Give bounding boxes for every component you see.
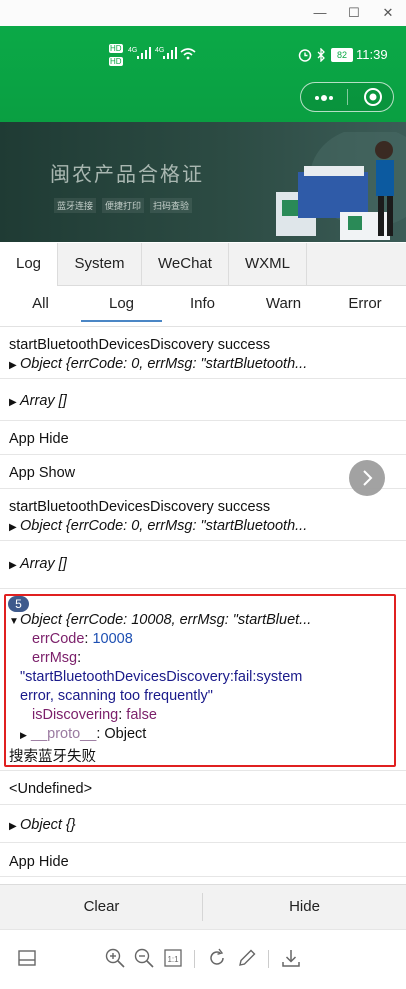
zoom-in-icon[interactable] [104,947,126,969]
log-object[interactable]: ▶ Object {errCode: 0, errMsg: "startBluet… [9,356,307,372]
log-entry: ▶ Array [] [0,379,406,421]
signal-icon [137,47,151,59]
viewer-toolbar: 1:1 [0,929,406,989]
banner-tag: 蓝牙连接 [54,198,97,213]
banner-tag: 便捷打印 [102,198,145,213]
toolbar-separator [194,950,195,968]
close-button[interactable]: ✕ [379,4,397,22]
printer-illustration [276,132,406,240]
clock: 11:39 [356,47,388,62]
target-icon [364,88,382,106]
log-object-text: Object {} [20,817,76,833]
log-message: App Hide [9,431,69,447]
log-message: App Hide [9,854,69,870]
expand-arrow-icon: ▶ [9,560,17,571]
sim1-hd-badge: HD [109,44,123,53]
pencil-icon[interactable] [236,947,258,969]
sim2-hd-badge: HD [109,57,123,66]
banner-title: 闽农产品合格证 [50,162,204,186]
tab-wechat[interactable]: WeChat [142,243,229,285]
log-object[interactable]: ▶ Array [] [9,393,67,409]
log-object[interactable]: ▶ Object {errCode: 0, errMsg: "startBluet… [9,518,307,534]
log-entry: App Hide [0,421,406,455]
float-next-button[interactable] [349,460,385,496]
alarm-icon [298,49,312,62]
close-miniprogram-button[interactable] [363,87,383,107]
subtab-error[interactable]: Error [324,286,406,326]
log-entry: ▶ Object {} [0,805,406,843]
tab-wxml[interactable]: WXML [229,243,307,285]
subtab-all[interactable]: All [0,286,81,326]
subtab-warn[interactable]: Warn [243,286,324,326]
toolbar-separator [268,950,269,968]
signal-icon-2 [163,47,177,59]
log-message: startBluetoothDevicesDiscovery success [9,337,271,353]
log-level-tabs: All Log Info Warn Error [0,286,406,327]
subtab-info[interactable]: Info [162,286,243,326]
annotation-badge: 5 [8,596,29,612]
log-object-text: Array [] [20,393,67,409]
battery-indicator: 82 [331,48,353,62]
rotate-icon[interactable] [206,947,228,969]
window-titlebar: — ☐ ✕ [0,0,406,27]
tab-log[interactable]: Log [0,243,58,286]
chevron-right-icon [363,470,373,486]
log-message: App Show [9,465,76,481]
miniprogram-capsule [300,82,394,112]
log-object[interactable]: ▶ Object {} [9,817,76,833]
expand-arrow-icon: ▶ [9,360,17,371]
log-object[interactable]: ▶ Array [] [9,556,67,572]
hide-button[interactable]: Hide [203,885,406,929]
log-entry: ▶ Array [] [0,541,406,589]
active-tab-underline [81,320,162,322]
expand-arrow-icon: ▶ [9,397,17,408]
highlight-box [4,594,396,767]
svg-text:1:1: 1:1 [167,955,179,964]
download-icon[interactable] [280,947,302,969]
log-entry: startBluetoothDevicesDiscovery success ▶… [0,327,406,379]
log-entry: App Hide [0,843,406,877]
tab-system[interactable]: System [58,243,142,285]
capsule-divider [347,89,348,105]
console-tabs: Log System WeChat WXML [0,243,406,286]
clear-button[interactable]: Clear [0,885,203,929]
more-menu-button[interactable] [313,91,333,103]
zoom-out-icon[interactable] [133,947,155,969]
bluetooth-icon [317,48,325,62]
promo-banner: 闽农产品合格证 蓝牙连接 便捷打印 扫码查验 [0,122,406,242]
log-object-text: Object {errCode: 0, errMsg: "startBlueto… [20,518,308,534]
maximize-button[interactable]: ☐ [345,4,363,22]
log-message: <Undefined> [9,781,93,797]
actual-size-icon[interactable]: 1:1 [162,947,184,969]
minimize-button[interactable]: — [311,4,329,22]
log-entry: startBluetoothDevicesDiscovery success ▶… [0,489,406,541]
log-entry: App Show [0,455,406,489]
expand-arrow-icon: ▶ [9,522,17,533]
more-dots-icon [315,95,333,101]
wifi-icon [180,48,196,60]
log-message: startBluetoothDevicesDiscovery success [9,499,271,515]
banner-tag: 扫码查验 [150,198,193,213]
log-object-text: Object {errCode: 0, errMsg: "startBlueto… [20,356,308,372]
layout-icon[interactable] [16,947,38,969]
log-entry: <Undefined> [0,771,406,805]
log-object-text: Array [] [20,556,67,572]
console-actions: Clear Hide [0,884,406,929]
expand-arrow-icon: ▶ [9,821,17,832]
